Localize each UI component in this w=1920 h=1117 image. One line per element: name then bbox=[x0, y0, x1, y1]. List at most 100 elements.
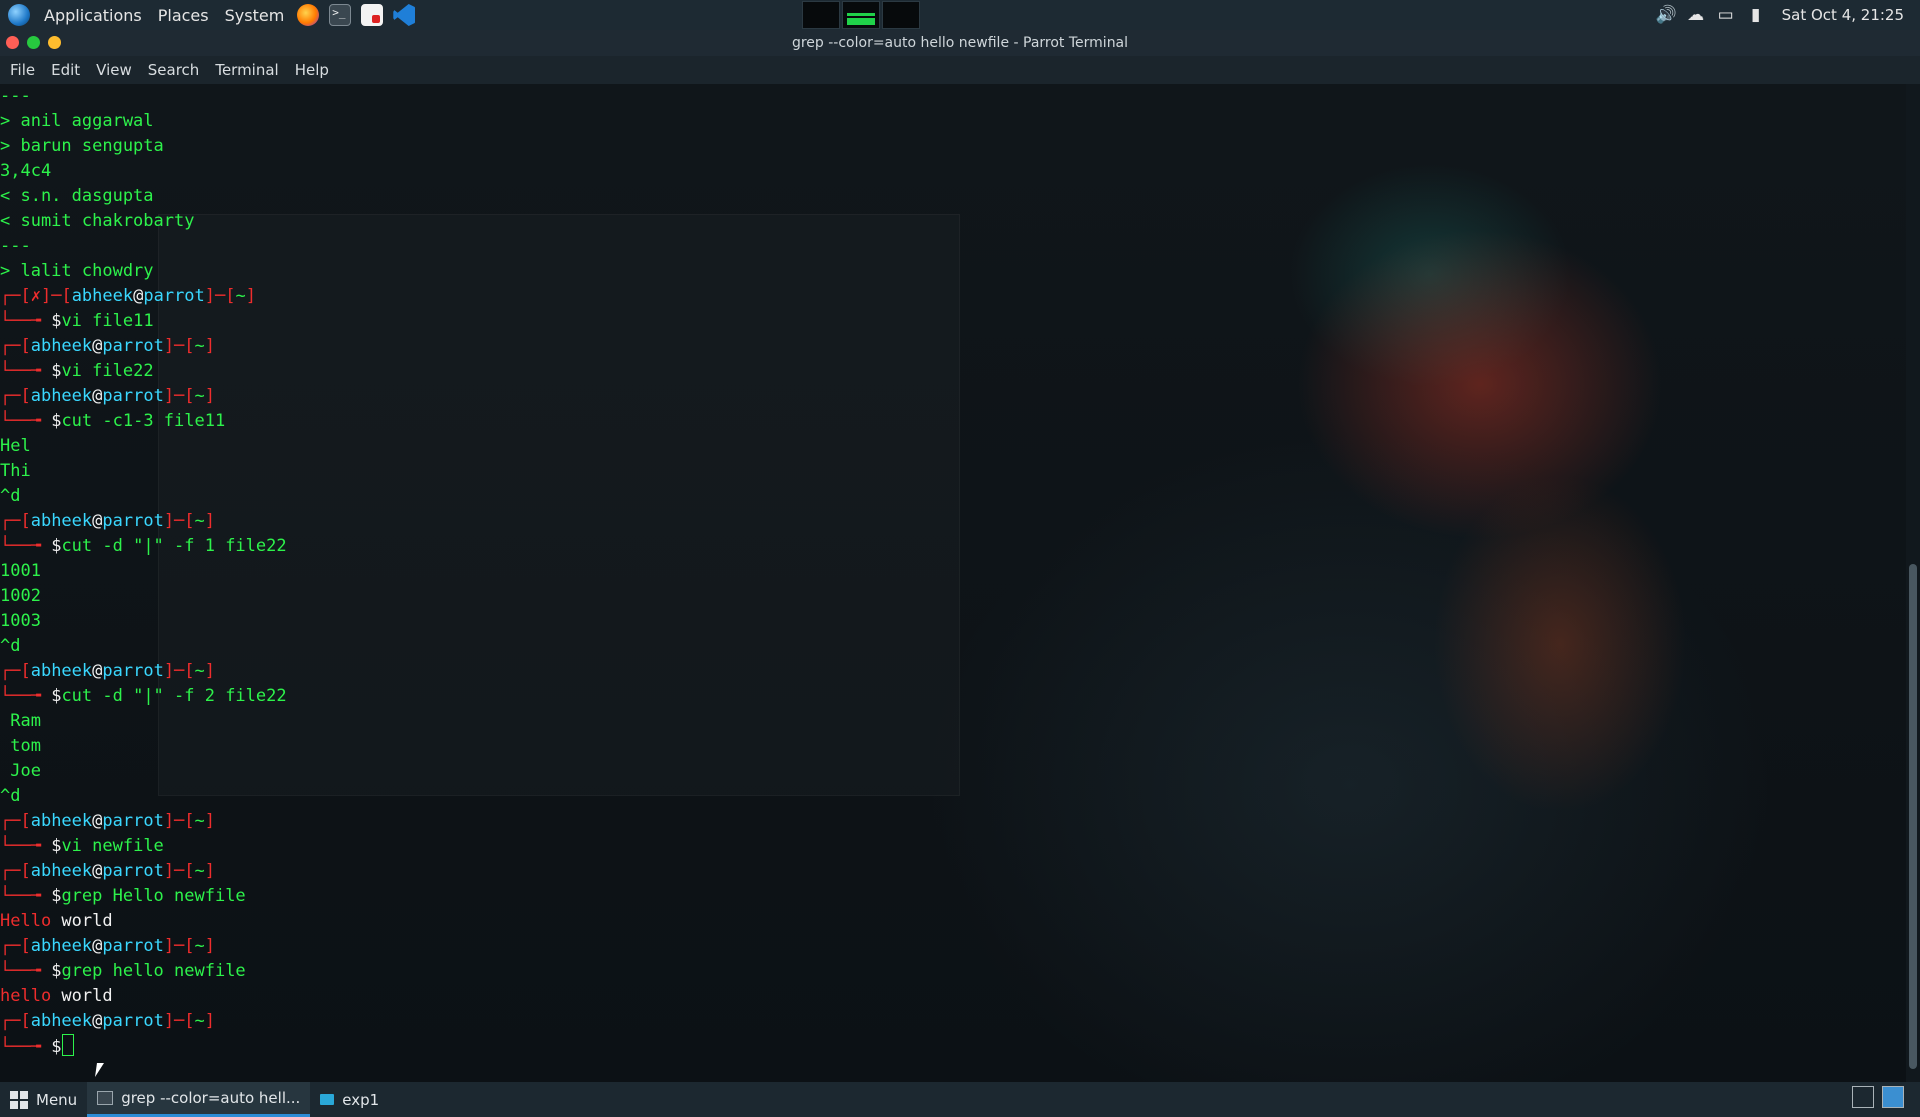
terminal-text: ^d bbox=[0, 786, 21, 806]
menu-file[interactable]: File bbox=[2, 61, 43, 79]
places-menu[interactable]: Places bbox=[150, 0, 217, 30]
desktop-switch-icon[interactable] bbox=[1852, 1086, 1874, 1108]
terminal-output-area[interactable]: --- > anil aggarwal > barun sengupta 3,4c4 <… bbox=[0, 84, 1906, 1082]
terminal-text: ~ bbox=[194, 661, 205, 681]
window-controls bbox=[6, 36, 61, 49]
menu-edit[interactable]: Edit bbox=[43, 61, 88, 79]
terminal-text: ┌─[ bbox=[0, 286, 31, 306]
terminal-line: ┌─[abheek@parrot]─[~] bbox=[0, 1009, 287, 1034]
taskbar-item-exp1[interactable]: exp1 bbox=[310, 1082, 389, 1117]
terminal-text: ┌─[ bbox=[0, 336, 31, 356]
terminal-line: hello world bbox=[0, 984, 287, 1009]
terminal-line: 1003 bbox=[0, 609, 287, 634]
terminal-text: @ bbox=[92, 936, 103, 956]
terminal-line: └──╼ $grep Hello newfile bbox=[0, 884, 287, 909]
firefox-icon[interactable] bbox=[297, 4, 320, 26]
terminal-line: ┌─[abheek@parrot]─[~] bbox=[0, 659, 287, 684]
terminal-text: parrot bbox=[102, 1011, 164, 1031]
workspace-2[interactable] bbox=[842, 1, 880, 29]
menu-help[interactable]: Help bbox=[287, 61, 337, 79]
workspace-3[interactable] bbox=[882, 1, 920, 29]
terminal-text: 1001 bbox=[0, 561, 41, 581]
terminal-text: ]─[ bbox=[163, 511, 195, 531]
document-viewer-icon[interactable] bbox=[361, 4, 384, 26]
minimize-button[interactable] bbox=[48, 36, 61, 49]
maximize-button[interactable] bbox=[27, 36, 40, 49]
terminal-line: > barun sengupta bbox=[0, 134, 287, 159]
bottom-right-tray bbox=[1852, 1086, 1904, 1108]
terminal-text: abheek bbox=[30, 661, 93, 681]
terminal-text: $ bbox=[51, 836, 62, 856]
close-button[interactable] bbox=[6, 36, 19, 49]
menu-search[interactable]: Search bbox=[140, 61, 208, 79]
scrollbar-thumb[interactable] bbox=[1909, 564, 1917, 1069]
terminal-text: @ bbox=[92, 511, 103, 531]
terminal-text: ~ bbox=[194, 936, 205, 956]
terminal-text: ]─[ bbox=[163, 386, 195, 406]
terminal-line: Thi bbox=[0, 459, 287, 484]
folder-icon bbox=[320, 1094, 335, 1105]
terminal-text: ] bbox=[204, 1011, 216, 1031]
menu-button[interactable]: Menu bbox=[0, 1082, 87, 1117]
terminal-text: ~ bbox=[194, 336, 205, 356]
taskbar-item-label: grep --color=auto hell... bbox=[121, 1089, 301, 1107]
scrollbar[interactable] bbox=[1906, 84, 1920, 1082]
terminal-line: --- bbox=[0, 234, 287, 259]
menu-terminal[interactable]: Terminal bbox=[207, 61, 286, 79]
terminal-icon[interactable] bbox=[329, 4, 352, 26]
window-titlebar[interactable]: grep --color=auto hello newfile - Parrot… bbox=[0, 30, 1920, 56]
terminal-text: abheek bbox=[30, 936, 93, 956]
terminal-text: ] bbox=[204, 861, 216, 881]
terminal-line: Hel bbox=[0, 434, 287, 459]
clock[interactable]: Sat Oct 4, 21:25 bbox=[1782, 6, 1904, 24]
network-icon[interactable]: ☁ bbox=[1686, 5, 1706, 25]
show-desktop-icon[interactable] bbox=[1882, 1086, 1904, 1108]
terminal-text: ┌─[ bbox=[0, 861, 31, 881]
terminal-text: ┌─[ bbox=[0, 511, 31, 531]
terminal-text: @ bbox=[133, 286, 144, 306]
terminal-line: ┌─[✗]─[abheek@parrot]─[~] bbox=[0, 284, 287, 309]
terminal-text: └──╼ bbox=[0, 411, 52, 431]
terminal-line: └──╼ $grep hello newfile bbox=[0, 959, 287, 984]
terminal-lines: --- > anil aggarwal > barun sengupta 3,4c4 <… bbox=[0, 84, 287, 1059]
terminal-text: └──╼ bbox=[0, 686, 52, 706]
terminal-line: ┌─[abheek@parrot]─[~] bbox=[0, 859, 287, 884]
terminal-text: ✗ bbox=[30, 286, 41, 306]
system-tray: 🔊 ☁ ▭ ▮ Sat Oct 4, 21:25 bbox=[1656, 0, 1920, 30]
terminal-text: ]─[ bbox=[163, 861, 195, 881]
terminal-text: ~ bbox=[194, 1011, 205, 1031]
terminal-text: └──╼ bbox=[0, 886, 52, 906]
taskbar-item-terminal[interactable]: grep --color=auto hell... bbox=[87, 1082, 311, 1117]
terminal-window: grep --color=auto hello newfile - Parrot… bbox=[0, 30, 1920, 1082]
terminal-text: ] bbox=[245, 286, 256, 306]
terminal-text: > lalit chowdry bbox=[0, 261, 154, 281]
terminal-line: tom bbox=[0, 734, 287, 759]
display-icon[interactable]: ▭ bbox=[1716, 5, 1736, 25]
parrot-logo-icon[interactable] bbox=[8, 4, 30, 26]
terminal-line: --- bbox=[0, 84, 287, 109]
terminal-text: $ bbox=[51, 536, 62, 556]
battery-icon[interactable]: ▮ bbox=[1746, 5, 1766, 25]
terminal-text: parrot bbox=[143, 286, 205, 306]
terminal-text: $ bbox=[51, 686, 62, 706]
vscode-icon[interactable] bbox=[393, 4, 416, 26]
terminal-text: > barun sengupta bbox=[0, 136, 164, 156]
terminal-text: ^d bbox=[0, 636, 21, 656]
terminal-text: $ bbox=[51, 311, 62, 331]
terminal-text: └──╼ bbox=[0, 1037, 52, 1057]
volume-icon[interactable]: 🔊 bbox=[1656, 5, 1677, 25]
terminal-text: └──╼ bbox=[0, 311, 52, 331]
menu-label: Menu bbox=[36, 1090, 78, 1109]
workspace-1[interactable] bbox=[802, 1, 840, 29]
terminal-line: └──╼ $cut -c1-3 file11 bbox=[0, 409, 287, 434]
terminal-text: @ bbox=[92, 336, 103, 356]
terminal-text: Ram bbox=[0, 711, 41, 731]
menu-view[interactable]: View bbox=[88, 61, 140, 79]
terminal-text: ] bbox=[204, 811, 216, 831]
terminal-text: ┌─[ bbox=[0, 386, 31, 406]
system-menu[interactable]: System bbox=[217, 0, 293, 30]
terminal-text: └──╼ bbox=[0, 961, 52, 981]
terminal-text: ]─[ bbox=[40, 286, 72, 306]
applications-menu[interactable]: Applications bbox=[36, 0, 150, 30]
terminal-line: < s.n. dasgupta bbox=[0, 184, 287, 209]
